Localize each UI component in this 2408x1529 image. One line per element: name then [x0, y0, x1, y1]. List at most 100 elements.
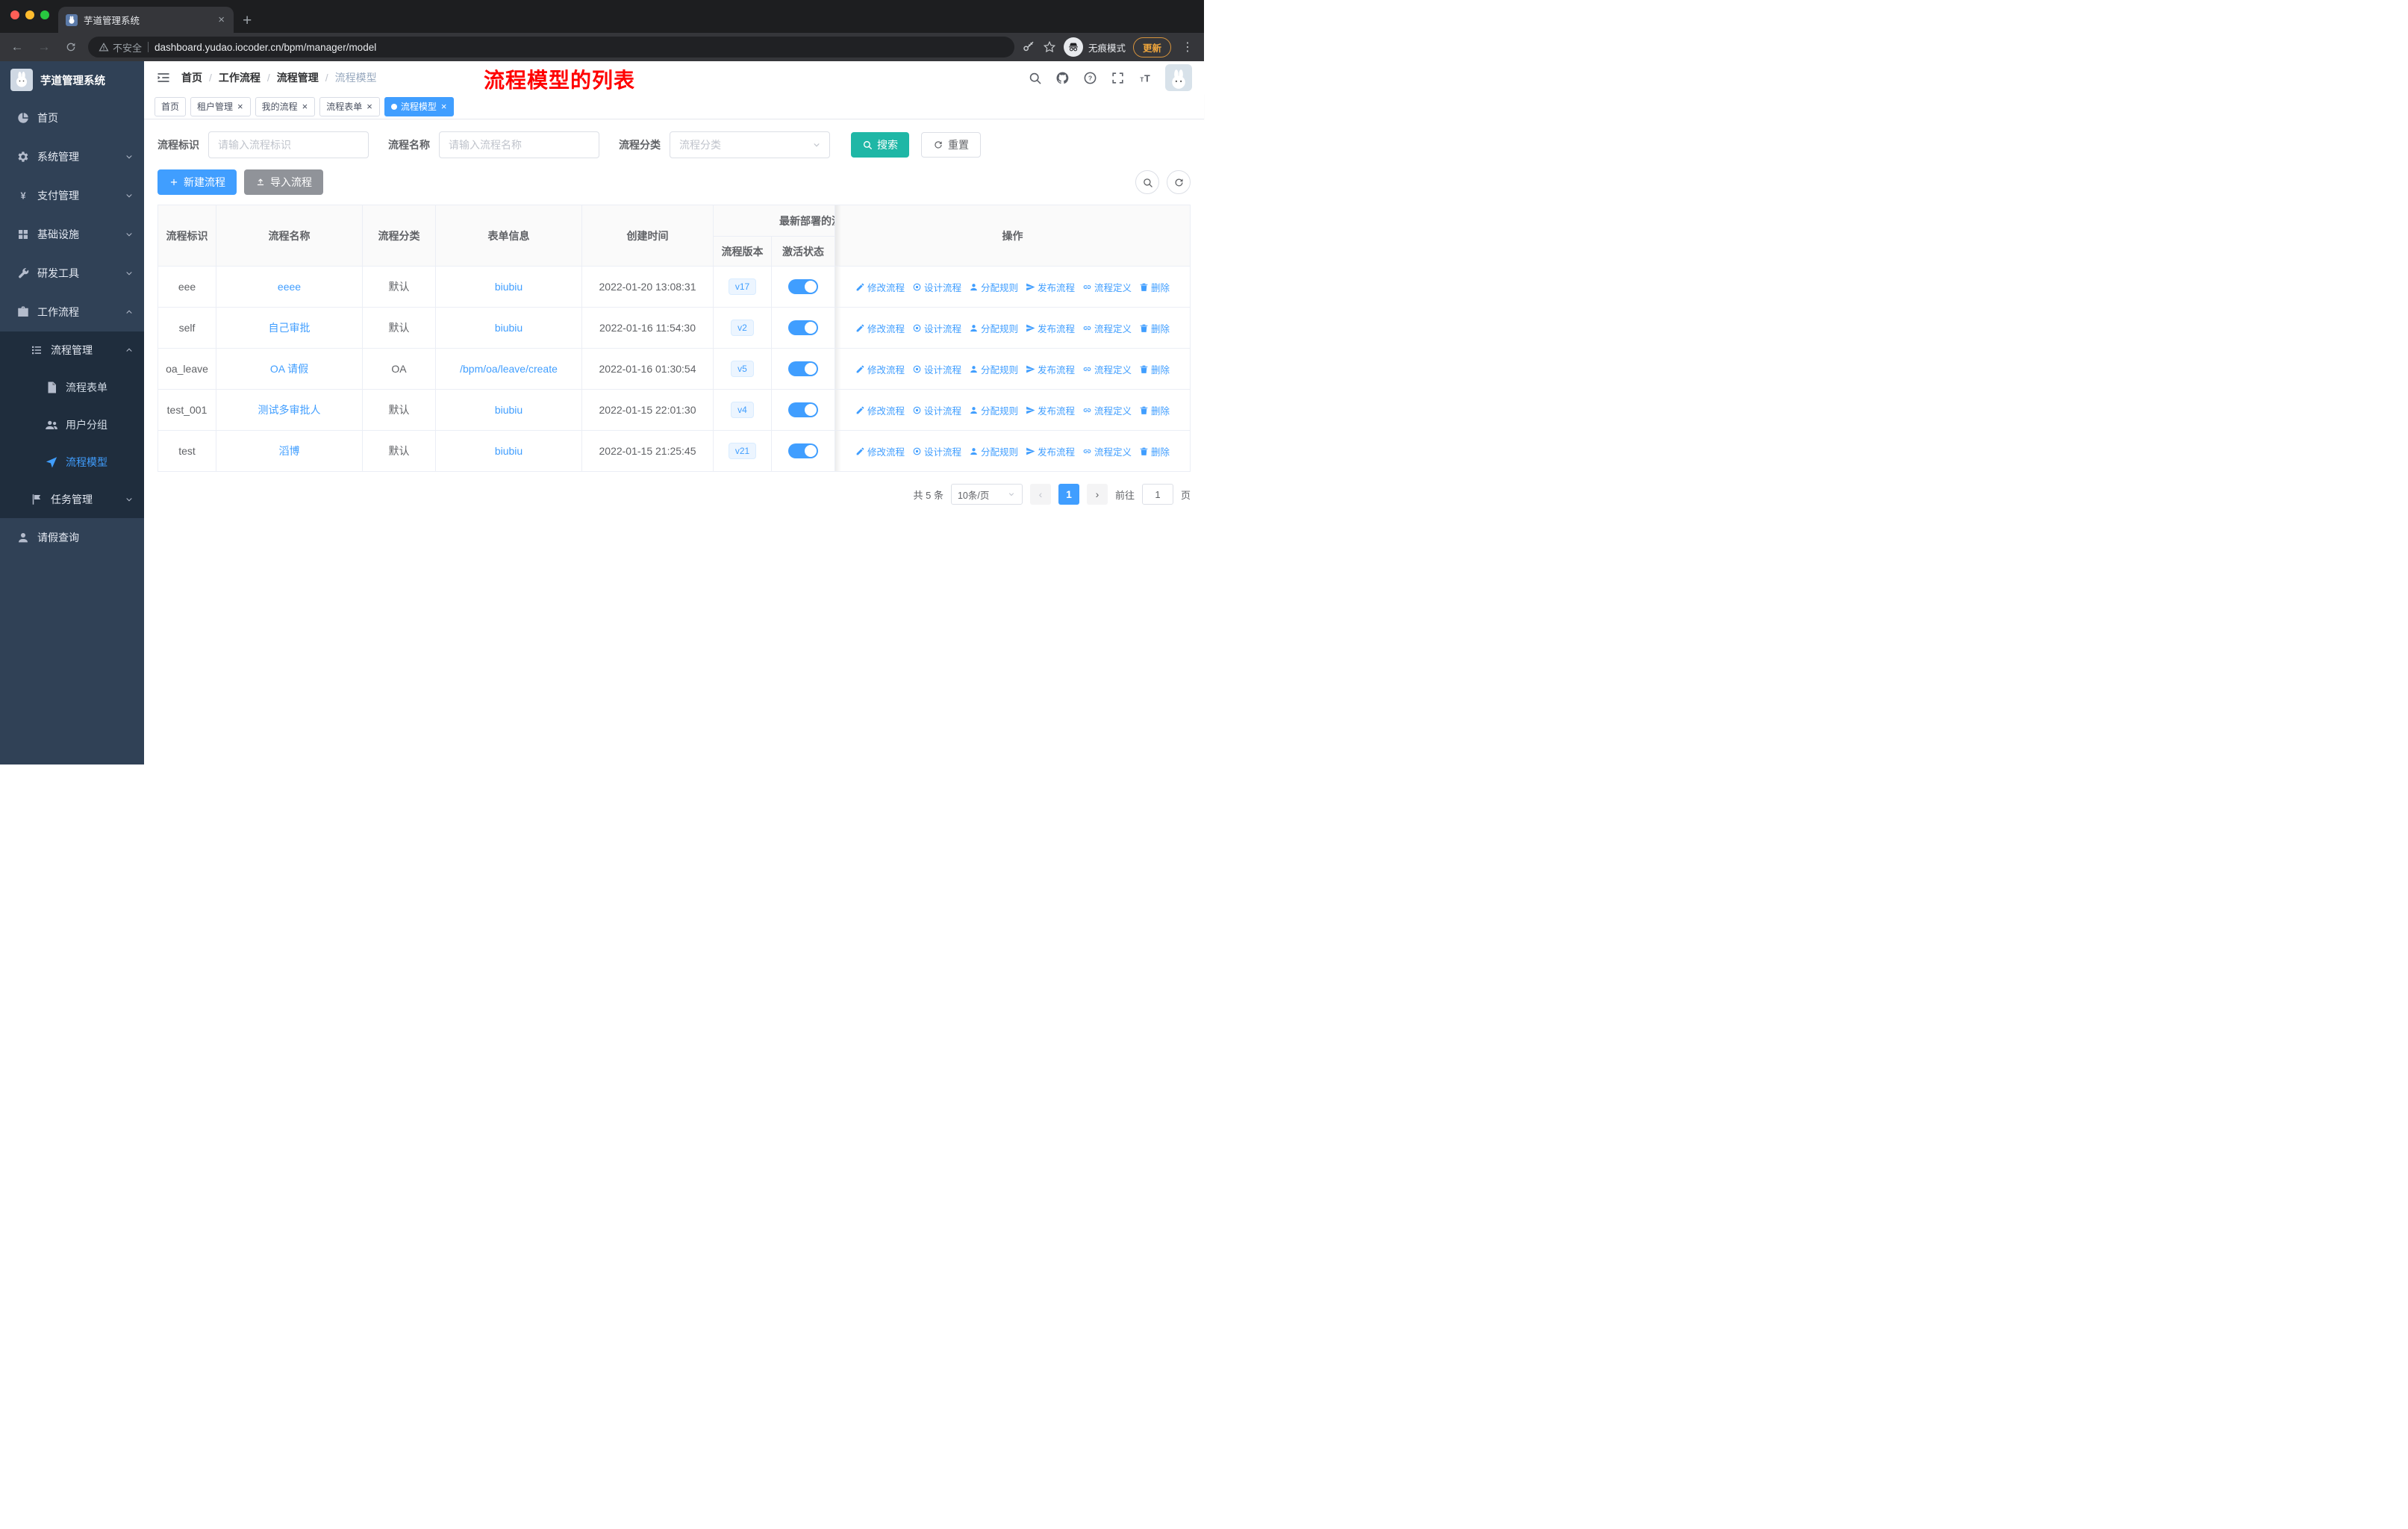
- pagination-goto-input[interactable]: [1141, 484, 1173, 505]
- action-assign-link[interactable]: 分配规则: [969, 444, 1018, 458]
- breadcrumb-item[interactable]: 流程管理: [277, 70, 319, 85]
- form-info-link[interactable]: biubiu: [495, 404, 523, 416]
- sidebar-item-process-form[interactable]: 流程表单: [0, 369, 144, 406]
- reset-button[interactable]: 重置: [921, 132, 981, 158]
- password-key-icon[interactable]: [1022, 40, 1035, 54]
- browser-tab[interactable]: 芋道管理系统 ×: [58, 7, 234, 33]
- back-button[interactable]: ←: [7, 37, 27, 57]
- action-publish-link[interactable]: 发布流程: [1026, 444, 1075, 458]
- form-info-link[interactable]: biubiu: [495, 281, 523, 293]
- new-tab-button[interactable]: +: [243, 13, 252, 28]
- action-modify-link[interactable]: 修改流程: [855, 362, 905, 376]
- sidebar-item-payment[interactable]: ¥ 支付管理: [0, 176, 144, 215]
- browser-menu-icon[interactable]: ⋮: [1179, 40, 1197, 55]
- process-name-link[interactable]: 测试多审批人: [258, 404, 321, 416]
- sidebar-item-process-management[interactable]: 流程管理: [0, 331, 144, 369]
- active-toggle[interactable]: [788, 361, 818, 376]
- form-info-link[interactable]: biubiu: [495, 322, 523, 334]
- action-design-link[interactable]: 设计流程: [912, 321, 961, 335]
- help-icon[interactable]: ?: [1082, 70, 1097, 85]
- close-icon[interactable]: ×: [302, 102, 309, 111]
- sidebar-item-user-group[interactable]: 用户分组: [0, 406, 144, 443]
- close-icon[interactable]: ×: [440, 102, 448, 111]
- tag-home[interactable]: 首页: [155, 96, 187, 116]
- create-process-button[interactable]: 新建流程: [157, 169, 237, 195]
- site-security-warning[interactable]: 不安全: [99, 40, 142, 55]
- action-design-link[interactable]: 设计流程: [912, 444, 961, 458]
- filter-name-input[interactable]: [439, 131, 599, 158]
- action-delete-link[interactable]: 删除: [1139, 403, 1170, 417]
- action-publish-link[interactable]: 发布流程: [1026, 362, 1075, 376]
- tab-close-icon[interactable]: ×: [216, 13, 226, 26]
- action-publish-link[interactable]: 发布流程: [1026, 321, 1075, 335]
- bookmark-star-icon[interactable]: [1043, 40, 1056, 54]
- sidebar-item-workflow[interactable]: 工作流程: [0, 293, 144, 331]
- close-icon[interactable]: ×: [366, 102, 373, 111]
- user-avatar[interactable]: [1165, 64, 1192, 91]
- sidebar-item-home[interactable]: 首页: [0, 99, 144, 137]
- refresh-table-button[interactable]: [1167, 170, 1191, 194]
- breadcrumb-item[interactable]: 首页: [181, 70, 202, 85]
- action-delete-link[interactable]: 删除: [1139, 362, 1170, 376]
- tag-process-form[interactable]: 流程表单 ×: [319, 96, 380, 116]
- page-size-select[interactable]: 10条/页: [950, 484, 1023, 505]
- action-modify-link[interactable]: 修改流程: [855, 403, 905, 417]
- search-button[interactable]: 搜索: [851, 132, 909, 158]
- action-definition-link[interactable]: 流程定义: [1082, 321, 1132, 335]
- active-toggle[interactable]: [788, 320, 818, 335]
- action-assign-link[interactable]: 分配规则: [969, 403, 1018, 417]
- action-modify-link[interactable]: 修改流程: [855, 321, 905, 335]
- font-size-icon[interactable]: TT: [1138, 70, 1152, 85]
- action-assign-link[interactable]: 分配规则: [969, 362, 1018, 376]
- action-publish-link[interactable]: 发布流程: [1026, 403, 1075, 417]
- app-logo-row[interactable]: 芋道管理系统: [0, 61, 144, 99]
- reload-button[interactable]: [61, 37, 81, 57]
- forward-button[interactable]: →: [34, 37, 54, 57]
- sidebar-item-process-model[interactable]: 流程模型: [0, 443, 144, 481]
- action-modify-link[interactable]: 修改流程: [855, 280, 905, 294]
- fullscreen-icon[interactable]: [1110, 70, 1125, 85]
- action-delete-link[interactable]: 删除: [1139, 321, 1170, 335]
- search-icon[interactable]: [1027, 70, 1042, 85]
- github-icon[interactable]: [1055, 70, 1070, 85]
- zoom-window-button[interactable]: [40, 10, 49, 19]
- active-toggle[interactable]: [788, 279, 818, 294]
- sidebar-item-system[interactable]: 系统管理: [0, 137, 144, 176]
- breadcrumb-item[interactable]: 工作流程: [219, 70, 261, 85]
- action-delete-link[interactable]: 删除: [1139, 444, 1170, 458]
- minimize-window-button[interactable]: [25, 10, 34, 19]
- address-bar[interactable]: 不安全 dashboard.yudao.iocoder.cn/bpm/manag…: [88, 37, 1014, 57]
- tag-process-model[interactable]: 流程模型 ×: [384, 96, 455, 116]
- pagination-next-button[interactable]: ›: [1086, 484, 1108, 505]
- tag-tenant[interactable]: 租户管理 ×: [190, 96, 251, 116]
- action-modify-link[interactable]: 修改流程: [855, 444, 905, 458]
- action-publish-link[interactable]: 发布流程: [1026, 280, 1075, 294]
- form-info-link[interactable]: /bpm/oa/leave/create: [460, 363, 558, 375]
- action-design-link[interactable]: 设计流程: [912, 362, 961, 376]
- filter-key-input[interactable]: [208, 131, 369, 158]
- active-toggle[interactable]: [788, 443, 818, 458]
- close-window-button[interactable]: [10, 10, 19, 19]
- pagination-page-1[interactable]: 1: [1058, 484, 1079, 505]
- collapse-sidebar-icon[interactable]: [156, 70, 171, 85]
- process-name-link[interactable]: 自己审批: [269, 322, 311, 334]
- action-design-link[interactable]: 设计流程: [912, 403, 961, 417]
- action-assign-link[interactable]: 分配规则: [969, 321, 1018, 335]
- active-toggle[interactable]: [788, 402, 818, 417]
- toggle-search-button[interactable]: [1135, 170, 1159, 194]
- tag-my-process[interactable]: 我的流程 ×: [255, 96, 316, 116]
- action-definition-link[interactable]: 流程定义: [1082, 362, 1132, 376]
- action-definition-link[interactable]: 流程定义: [1082, 444, 1132, 458]
- form-info-link[interactable]: biubiu: [495, 445, 523, 457]
- process-name-link[interactable]: eeee: [278, 281, 301, 293]
- action-definition-link[interactable]: 流程定义: [1082, 403, 1132, 417]
- action-assign-link[interactable]: 分配规则: [969, 280, 1018, 294]
- sidebar-item-leave-query[interactable]: 请假查询: [0, 518, 144, 557]
- sidebar-item-task-management[interactable]: 任务管理: [0, 481, 144, 518]
- action-design-link[interactable]: 设计流程: [912, 280, 961, 294]
- process-name-link[interactable]: 滔博: [279, 445, 300, 457]
- close-icon[interactable]: ×: [237, 102, 244, 111]
- filter-category-select[interactable]: 流程分类: [670, 131, 830, 158]
- update-button[interactable]: 更新: [1132, 37, 1171, 57]
- action-delete-link[interactable]: 删除: [1139, 280, 1170, 294]
